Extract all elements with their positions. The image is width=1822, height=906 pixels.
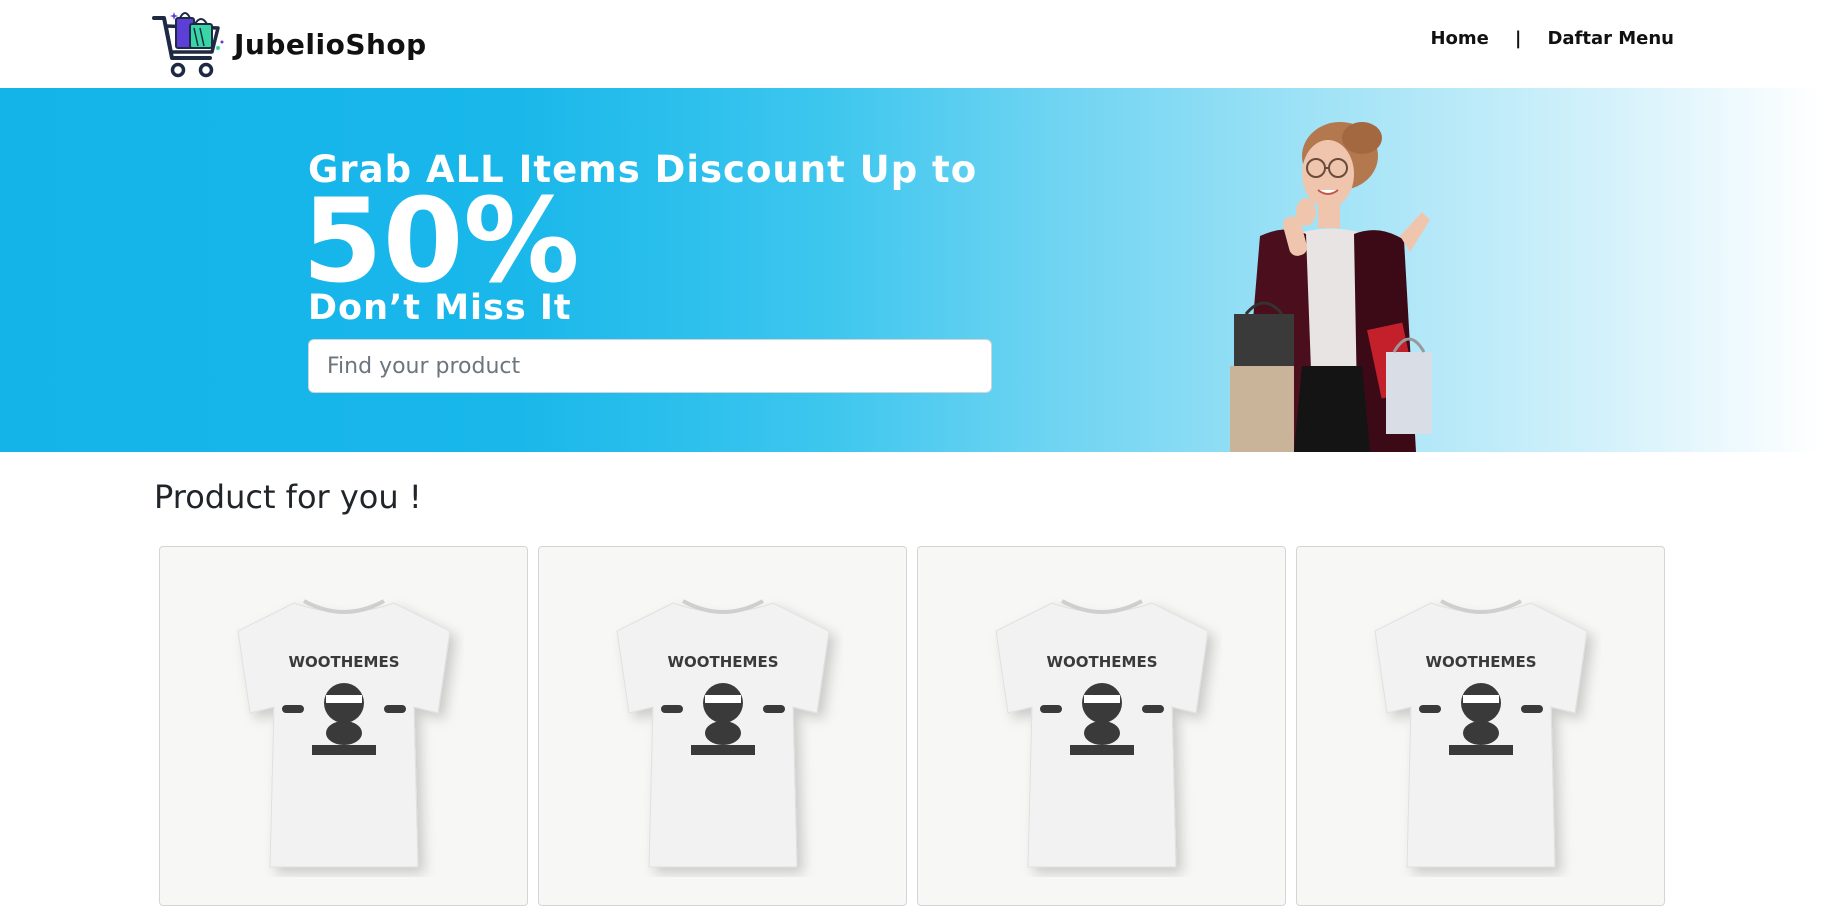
product-card[interactable]: WOOTHEMES [917, 546, 1286, 906]
product-card[interactable]: WOOTHEMES [1296, 546, 1665, 906]
nav-link-home[interactable]: Home [1430, 28, 1488, 49]
nav-links: Home | Daftar Menu [1430, 28, 1674, 49]
nav-separator: | [1514, 28, 1522, 49]
section-title: Product for you ! [154, 478, 422, 516]
shirt-print-text: WOOTHEMES [1425, 653, 1536, 671]
brand-name: JubelioShop [234, 27, 427, 61]
product-grid: WOOTHEMES WOOTHEMES WOOTHEMES WOOTHEMES [159, 546, 1665, 906]
tshirt-image: WOOTHEMES [237, 599, 451, 868]
tshirt-image: WOOTHEMES [616, 599, 830, 868]
shirt-print-text: WOOTHEMES [667, 653, 778, 671]
search-input[interactable] [308, 339, 992, 393]
tshirt-image: WOOTHEMES [995, 599, 1209, 868]
nav-link-daftar-menu[interactable]: Daftar Menu [1547, 28, 1674, 49]
shirt-print-text: WOOTHEMES [1046, 653, 1157, 671]
shirt-print-text: WOOTHEMES [288, 653, 399, 671]
hero-banner: Grab ALL Items Discount Up to 50% Don’t … [0, 88, 1822, 452]
hero-tagline: Don’t Miss It [308, 288, 572, 328]
navbar: JubelioShop Home | Daftar Menu [0, 0, 1822, 88]
product-card[interactable]: WOOTHEMES [538, 546, 907, 906]
hero-discount: 50% [302, 174, 580, 309]
product-card[interactable]: WOOTHEMES [159, 546, 528, 906]
brand-link[interactable]: JubelioShop [152, 8, 427, 80]
shopping-cart-icon [152, 12, 224, 78]
tshirt-image: WOOTHEMES [1374, 599, 1588, 868]
woman-shopping-image [1230, 122, 1432, 452]
